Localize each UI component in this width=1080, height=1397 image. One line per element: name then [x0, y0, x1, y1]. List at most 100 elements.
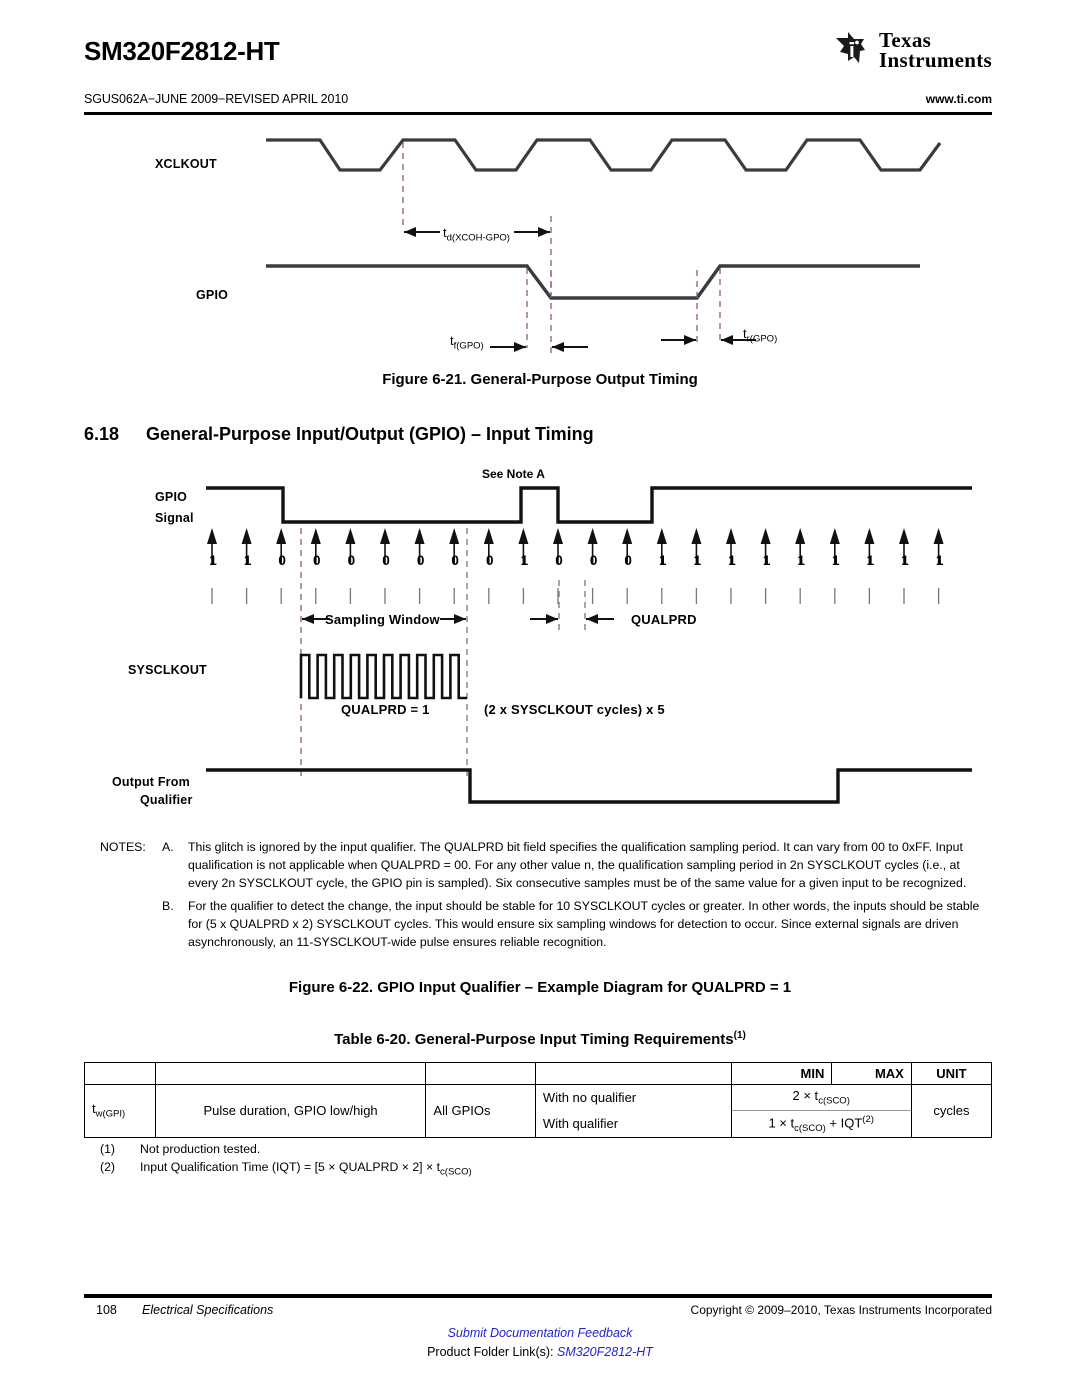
min2-sup: (2): [862, 1113, 874, 1125]
footnote-2-subscript: c(SCO): [440, 1166, 472, 1178]
timing-label-td: td(XCOH-GPO): [443, 225, 510, 244]
table-caption-footnote-ref: (1): [733, 1030, 746, 1041]
sample-arrow-head: [241, 528, 252, 544]
sample-arrow-head: [829, 528, 840, 544]
cell-min-1: 2 × tc(SCO): [730, 1084, 912, 1111]
sample-bit: 0: [313, 553, 321, 568]
sample-bit: 0: [555, 553, 563, 568]
min2-post: + IQT: [825, 1114, 863, 1130]
footer-section-name: Electrical Specifications: [142, 1303, 274, 1317]
submit-documentation-feedback-link[interactable]: Submit Documentation Feedback: [0, 1326, 1080, 1340]
table-footnotes: (1) Not production tested. (2) Input Qua…: [100, 1140, 472, 1180]
general-purpose-input-timing-table: MIN MAX UNIT tw(GPI) Pulse duration, GPI…: [84, 1062, 993, 1138]
timing-label-tf: tf(GPO): [450, 333, 484, 352]
sample-arrow-head: [449, 528, 460, 544]
tr-dimension-arrows: [661, 335, 756, 345]
header-blank-scope: [425, 1062, 536, 1085]
header-unit: UNIT: [910, 1062, 993, 1085]
min2-pre: 1 × t: [768, 1114, 795, 1130]
sample-arrow-head: [622, 528, 633, 544]
sample-arrow-head: [380, 528, 390, 544]
cell-symbol: tw(GPI): [84, 1084, 156, 1138]
gpio-trace: [266, 264, 920, 300]
footnote-1-number: (1): [100, 1142, 116, 1156]
table-footnote-1: (1) Not production tested.: [100, 1140, 472, 1158]
figure-6-21-waveforms: [266, 138, 942, 358]
note-a-letter: A.: [162, 840, 174, 854]
header-min: MIN: [730, 1062, 833, 1085]
qualprd-arrows: [530, 614, 614, 624]
ti-texas-outline-icon: [836, 32, 866, 64]
cell-condition-1: With no qualifier: [534, 1084, 732, 1111]
table-header-row: MIN MAX UNIT: [84, 1062, 993, 1085]
sample-arrow-head: [345, 528, 356, 544]
sample-arrow-head: [553, 528, 563, 544]
sample-bit: 1: [209, 553, 217, 568]
header-blank-symbol: [84, 1062, 156, 1085]
sample-arrow-head: [310, 528, 321, 544]
sample-bit: 1: [797, 553, 805, 568]
note-b-text: For the qualifier to detect the change, …: [188, 899, 980, 950]
cell-min-2: 1 × tc(SCO) + IQT(2): [730, 1109, 912, 1138]
header-rule: [84, 112, 992, 115]
output-from-qualifier-trace: [206, 768, 972, 804]
sample-bit: 1: [832, 553, 840, 568]
cell-parameter: Pulse duration, GPIO low/high: [154, 1084, 427, 1138]
footnote-2-text: Input Qualification Time (IQT) = [5 × QU…: [140, 1158, 472, 1180]
footer-rule: [84, 1294, 992, 1298]
sample-bit: 0: [347, 553, 356, 568]
ti-logo-line2: Instruments: [879, 48, 992, 73]
sample-arrow-head: [691, 528, 702, 544]
td-subscript: d(XCOH-GPO): [446, 232, 510, 244]
sample-arrow-head: [864, 528, 875, 544]
footnote-2-text-pre: Input Qualification Time (IQT) = [5 × QU…: [140, 1160, 441, 1175]
timing-label-tr: tr(GPO): [743, 326, 777, 345]
sample-bit: 1: [693, 553, 702, 568]
tf-subscript: f(GPO): [453, 340, 484, 352]
ti-logo-line1: Texas: [879, 28, 932, 52]
page-title: SM320F2812-HT: [84, 36, 280, 66]
product-folder-line: Product Folder Link(s): SM320F2812-HT: [0, 1345, 1080, 1359]
sample-bit: 1: [901, 553, 909, 568]
sample-bit: 1: [520, 553, 529, 568]
see-note-a-label: See Note A: [482, 467, 545, 481]
datasheet-page: SM320F2812-HT Texas Instruments SGUS062A…: [0, 0, 1080, 1397]
header-blank-condition: [534, 1062, 732, 1085]
sample-bit: 1: [762, 553, 771, 568]
sample-arrow-head: [207, 528, 217, 544]
sample-arrow-head: [656, 528, 667, 544]
qualprd-value-label: QUALPRD = 1: [341, 702, 430, 717]
note-item-a: NOTES: A. This glitch is ignored by the …: [100, 838, 990, 892]
sysclkout-burst: [299, 653, 467, 700]
sample-bit: 1: [935, 553, 944, 568]
figure-6-22-caption: Figure 6-22. GPIO Input Qualifier – Exam…: [288, 979, 792, 996]
note-a-text: This glitch is ignored by the input qual…: [188, 840, 967, 891]
sample-arrow-head: [587, 528, 598, 544]
table-6-20-caption: Table 6-20. General-Purpose Input Timing…: [0, 1030, 1080, 1048]
sampling-window-label: Sampling Window: [325, 612, 440, 627]
header-max: MAX: [831, 1062, 912, 1085]
page-number: 108: [96, 1303, 117, 1317]
sample-bit: 1: [659, 553, 667, 568]
sample-bit: 0: [451, 553, 459, 568]
sample-arrow-head: [276, 528, 287, 544]
sample-bit: 0: [278, 553, 286, 568]
ti-logo: Texas Instruments: [834, 28, 992, 73]
notes-lead-spacer: [100, 897, 162, 951]
sample-bit: 0: [486, 553, 494, 568]
sample-arrow-head: [795, 528, 806, 544]
sysclkout-trace: [299, 653, 467, 700]
figure-notes: NOTES: A. This glitch is ignored by the …: [100, 838, 990, 951]
figure-6-21-caption: Figure 6-21. General-Purpose Output Timi…: [382, 371, 698, 388]
figure-6-22-waveforms: [206, 486, 972, 804]
tf-dimension-arrows: [490, 342, 588, 352]
sample-arrow-head: [483, 528, 494, 544]
footnote-1-text: Not production tested.: [140, 1142, 261, 1156]
note-b-letter: B.: [162, 899, 174, 914]
footnote-2-number: (2): [100, 1160, 116, 1175]
tr-subscript: r(GPO): [746, 333, 778, 345]
gpio-signal-trace: [206, 486, 972, 524]
table-caption-text: Table 6-20. General-Purpose Input Timing…: [334, 1031, 734, 1048]
product-folder-link[interactable]: SM320F2812-HT: [557, 1345, 653, 1359]
sample-arrow-head: [899, 528, 909, 544]
